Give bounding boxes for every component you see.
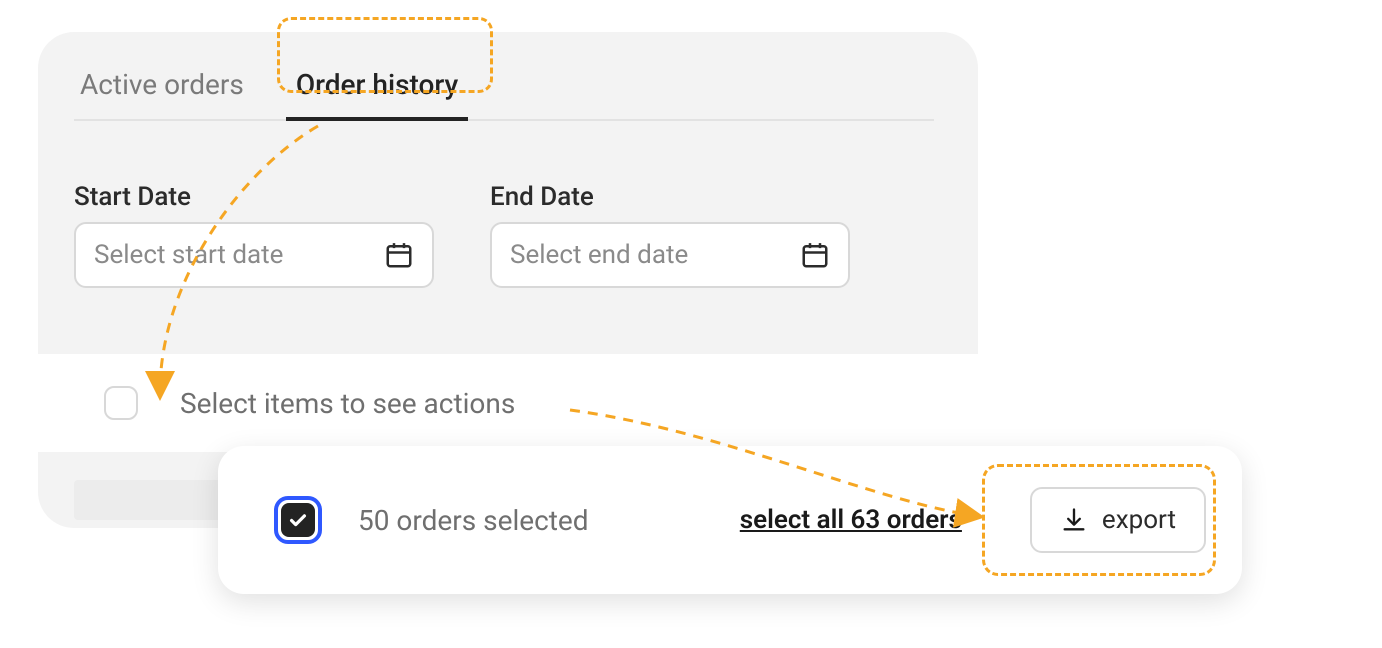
selection-action-bar: 50 orders selected select all 63 orders … bbox=[218, 446, 1242, 594]
calendar-icon bbox=[384, 240, 414, 270]
end-date-placeholder: Select end date bbox=[510, 240, 688, 270]
selection-count-text: 50 orders selected bbox=[358, 504, 589, 537]
select-prompt-text: Select items to see actions bbox=[180, 387, 515, 420]
end-date-input[interactable]: Select end date bbox=[490, 222, 850, 288]
start-date-label: Start Date bbox=[74, 182, 434, 212]
end-date-label: End Date bbox=[490, 182, 850, 212]
check-icon bbox=[287, 509, 309, 531]
calendar-icon bbox=[800, 240, 830, 270]
export-button-label: export bbox=[1102, 505, 1176, 535]
export-button[interactable]: export bbox=[1030, 487, 1206, 553]
orders-tabs: Active orders Order history bbox=[74, 68, 934, 121]
start-date-input[interactable]: Select start date bbox=[74, 222, 434, 288]
tab-active-orders[interactable]: Active orders bbox=[74, 68, 250, 119]
bulk-select-row: Select items to see actions bbox=[38, 354, 978, 452]
select-all-checkbox-checked[interactable] bbox=[274, 496, 322, 544]
start-date-placeholder: Select start date bbox=[94, 240, 283, 270]
select-all-checkbox[interactable] bbox=[104, 386, 138, 420]
select-all-link[interactable]: select all 63 orders bbox=[740, 505, 962, 535]
download-icon bbox=[1060, 506, 1088, 534]
end-date-field: End Date Select end date bbox=[490, 182, 850, 288]
tab-order-history[interactable]: Order history bbox=[290, 68, 464, 119]
start-date-field: Start Date Select start date bbox=[74, 182, 434, 288]
